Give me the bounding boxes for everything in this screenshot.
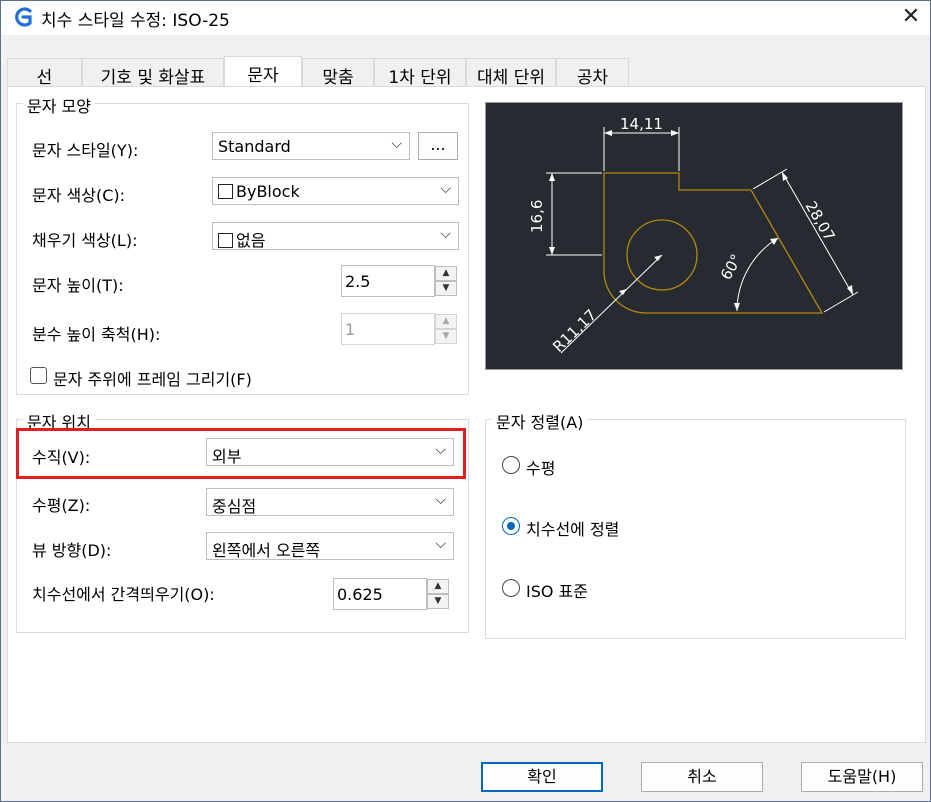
arrow-down-icon[interactable]: ▼ (427, 594, 449, 609)
tab-line[interactable]: 선 (7, 58, 82, 88)
tab-primary-units[interactable]: 1차 단위 (374, 58, 466, 88)
text-style-browse-button[interactable]: ... (418, 132, 458, 160)
dimension-preview: 14,11 16,6 28,07 60° R11,17 (485, 102, 903, 370)
arrow-down-icon[interactable]: ▼ (435, 329, 457, 344)
arrow-up-icon[interactable]: ▲ (435, 314, 457, 329)
tab-tolerances[interactable]: 공차 (556, 58, 629, 88)
tab-symbols-arrows[interactable]: 기호 및 화살표 (82, 58, 224, 88)
vertical-value: 외부 (212, 447, 242, 466)
offset-stepper[interactable]: ▲ ▼ (427, 579, 449, 609)
text-height-stepper[interactable]: ▲ ▼ (435, 266, 457, 296)
dim-left-label: 16,6 (528, 200, 546, 233)
offset-input[interactable]: 0.625 (333, 578, 427, 610)
fill-color-label: 채우기 색상(L): (32, 231, 138, 250)
align-dimension-line-radio[interactable] (502, 517, 520, 535)
horizontal-value: 중심점 (212, 497, 257, 516)
fraction-scale-input[interactable]: 1 (341, 313, 435, 345)
arrow-down-icon[interactable]: ▼ (435, 281, 457, 296)
color-swatch (218, 233, 233, 248)
align-horizontal-label: 수평 (526, 459, 556, 478)
chevron-down-icon: ⌵ (435, 536, 446, 552)
align-iso-label: ISO 표준 (526, 582, 588, 601)
view-direction-value: 왼쪽에서 오른쪽 (212, 541, 321, 560)
chevron-down-icon: ⌵ (435, 442, 446, 458)
dim-top-label: 14,11 (620, 115, 663, 133)
preview-drawing: 14,11 16,6 28,07 60° R11,17 (528, 115, 859, 356)
window-title: 치수 스타일 수정: ISO-25 (41, 11, 230, 31)
vertical-label: 수직(V): (32, 448, 91, 467)
fill-color-value: 없음 (236, 231, 266, 250)
text-alignment-title: 문자 정렬(A) (492, 409, 588, 433)
view-direction-label: 뷰 방향(D): (32, 541, 112, 560)
text-style-value: Standard (218, 137, 291, 156)
part-outline (603, 172, 824, 314)
arrow-up-icon[interactable]: ▲ (427, 579, 449, 594)
text-color-value: ByBlock (236, 182, 300, 201)
app-logo-icon (15, 7, 32, 27)
text-appearance-title: 문자 모양 (23, 93, 95, 117)
vertical-select[interactable]: 외부 ⌵ (206, 438, 454, 466)
tab-fit[interactable]: 맞춤 (302, 58, 374, 88)
dim-right-label: 28,07 (802, 198, 839, 244)
color-swatch (218, 184, 233, 199)
align-horizontal-radio[interactable] (502, 456, 520, 474)
view-direction-select[interactable]: 왼쪽에서 오른쪽 ⌵ (206, 532, 454, 560)
help-button[interactable]: 도움말(H) (801, 762, 923, 792)
offset-label: 치수선에서 간격띄우기(O): (32, 585, 215, 604)
horizontal-select[interactable]: 중심점 ⌵ (206, 488, 454, 516)
dim-angle-label: 60° (717, 251, 746, 283)
cancel-button[interactable]: 취소 (641, 762, 763, 792)
chevron-down-icon: ⌵ (440, 226, 451, 242)
frame-label: 문자 주위에 프레임 그리기(F) (53, 370, 252, 389)
chevron-down-icon: ⌵ (435, 492, 446, 508)
close-icon[interactable]: ✕ (897, 4, 925, 30)
horizontal-label: 수평(Z): (32, 496, 91, 515)
chevron-down-icon: ⌵ (391, 136, 402, 152)
text-color-label: 문자 색상(C): (32, 186, 126, 205)
text-style-select[interactable]: Standard ⌵ (212, 132, 410, 160)
dialog-window: 치수 스타일 수정: ISO-25 ✕ 선 기호 및 화살표 문자 맞춤 1차 … (0, 0, 931, 802)
dim-radius-label: R11,17 (549, 306, 600, 356)
text-style-label: 문자 스타일(Y): (32, 141, 139, 160)
align-dimension-line-label: 치수선에 정렬 (526, 520, 620, 539)
fill-color-select[interactable]: 없음 ⌵ (212, 222, 459, 250)
title-bar: 치수 스타일 수정: ISO-25 ✕ (1, 1, 930, 35)
chevron-down-icon: ⌵ (440, 181, 451, 197)
tab-alternate-units[interactable]: 대체 단위 (466, 58, 556, 88)
align-iso-radio[interactable] (502, 579, 520, 597)
text-height-input[interactable]: 2.5 (341, 265, 435, 297)
text-color-select[interactable]: ByBlock ⌵ (212, 177, 459, 205)
text-height-label: 문자 높이(T): (32, 276, 124, 295)
frame-checkbox[interactable] (30, 367, 47, 384)
ok-button[interactable]: 확인 (481, 762, 603, 792)
arrow-up-icon[interactable]: ▲ (435, 266, 457, 281)
fraction-scale-label: 분수 높이 축척(H): (32, 325, 161, 344)
tab-text[interactable]: 문자 (224, 56, 302, 86)
fraction-scale-stepper[interactable]: ▲ ▼ (435, 314, 457, 344)
